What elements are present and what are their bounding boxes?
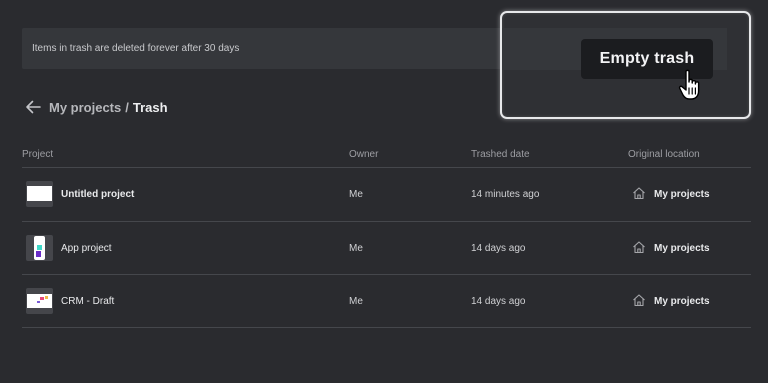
project-owner: Me — [349, 296, 363, 307]
table-row[interactable]: Untitled project Me 14 minutes ago My pr… — [22, 168, 751, 220]
breadcrumb: My projects / Trash — [25, 99, 168, 115]
column-header-trashed-date[interactable]: Trashed date — [471, 149, 530, 160]
column-header-owner[interactable]: Owner — [349, 149, 378, 160]
original-location-link[interactable]: My projects — [654, 189, 710, 200]
project-name[interactable]: App project — [61, 243, 112, 254]
column-header-original-location[interactable]: Original location — [628, 149, 700, 160]
project-owner: Me — [349, 243, 363, 254]
row-divider — [22, 327, 751, 328]
trashed-date: 14 minutes ago — [471, 189, 540, 200]
phone-app-thumbnail — [26, 235, 53, 261]
project-name[interactable]: Untitled project — [61, 189, 134, 200]
arrow-left-icon[interactable] — [25, 100, 41, 114]
breadcrumb-separator: / — [125, 99, 129, 115]
table-row[interactable]: CRM - Draft Me 14 days ago My projects — [22, 275, 751, 327]
trash-info-text: Items in trash are deleted forever after… — [32, 43, 240, 54]
home-icon — [633, 187, 645, 200]
original-location-link[interactable]: My projects — [654, 296, 710, 307]
home-icon — [633, 241, 645, 254]
breadcrumb-my-projects-link[interactable]: My projects — [49, 100, 121, 115]
home-icon — [633, 294, 645, 307]
trashed-date: 14 days ago — [471, 296, 526, 307]
empty-trash-highlight: Empty trash — [500, 11, 751, 119]
trashed-date: 14 days ago — [471, 243, 526, 254]
project-owner: Me — [349, 189, 363, 200]
crm-page-thumbnail — [26, 288, 53, 314]
project-name[interactable]: CRM - Draft — [61, 296, 114, 307]
original-location-link[interactable]: My projects — [654, 243, 710, 254]
blank-page-thumbnail — [26, 181, 53, 207]
breadcrumb-current-trash: Trash — [132, 99, 168, 115]
hand-pointer-cursor-icon — [678, 69, 700, 100]
column-header-project[interactable]: Project — [22, 149, 53, 160]
table-row[interactable]: App project Me 14 days ago My projects — [22, 222, 751, 274]
